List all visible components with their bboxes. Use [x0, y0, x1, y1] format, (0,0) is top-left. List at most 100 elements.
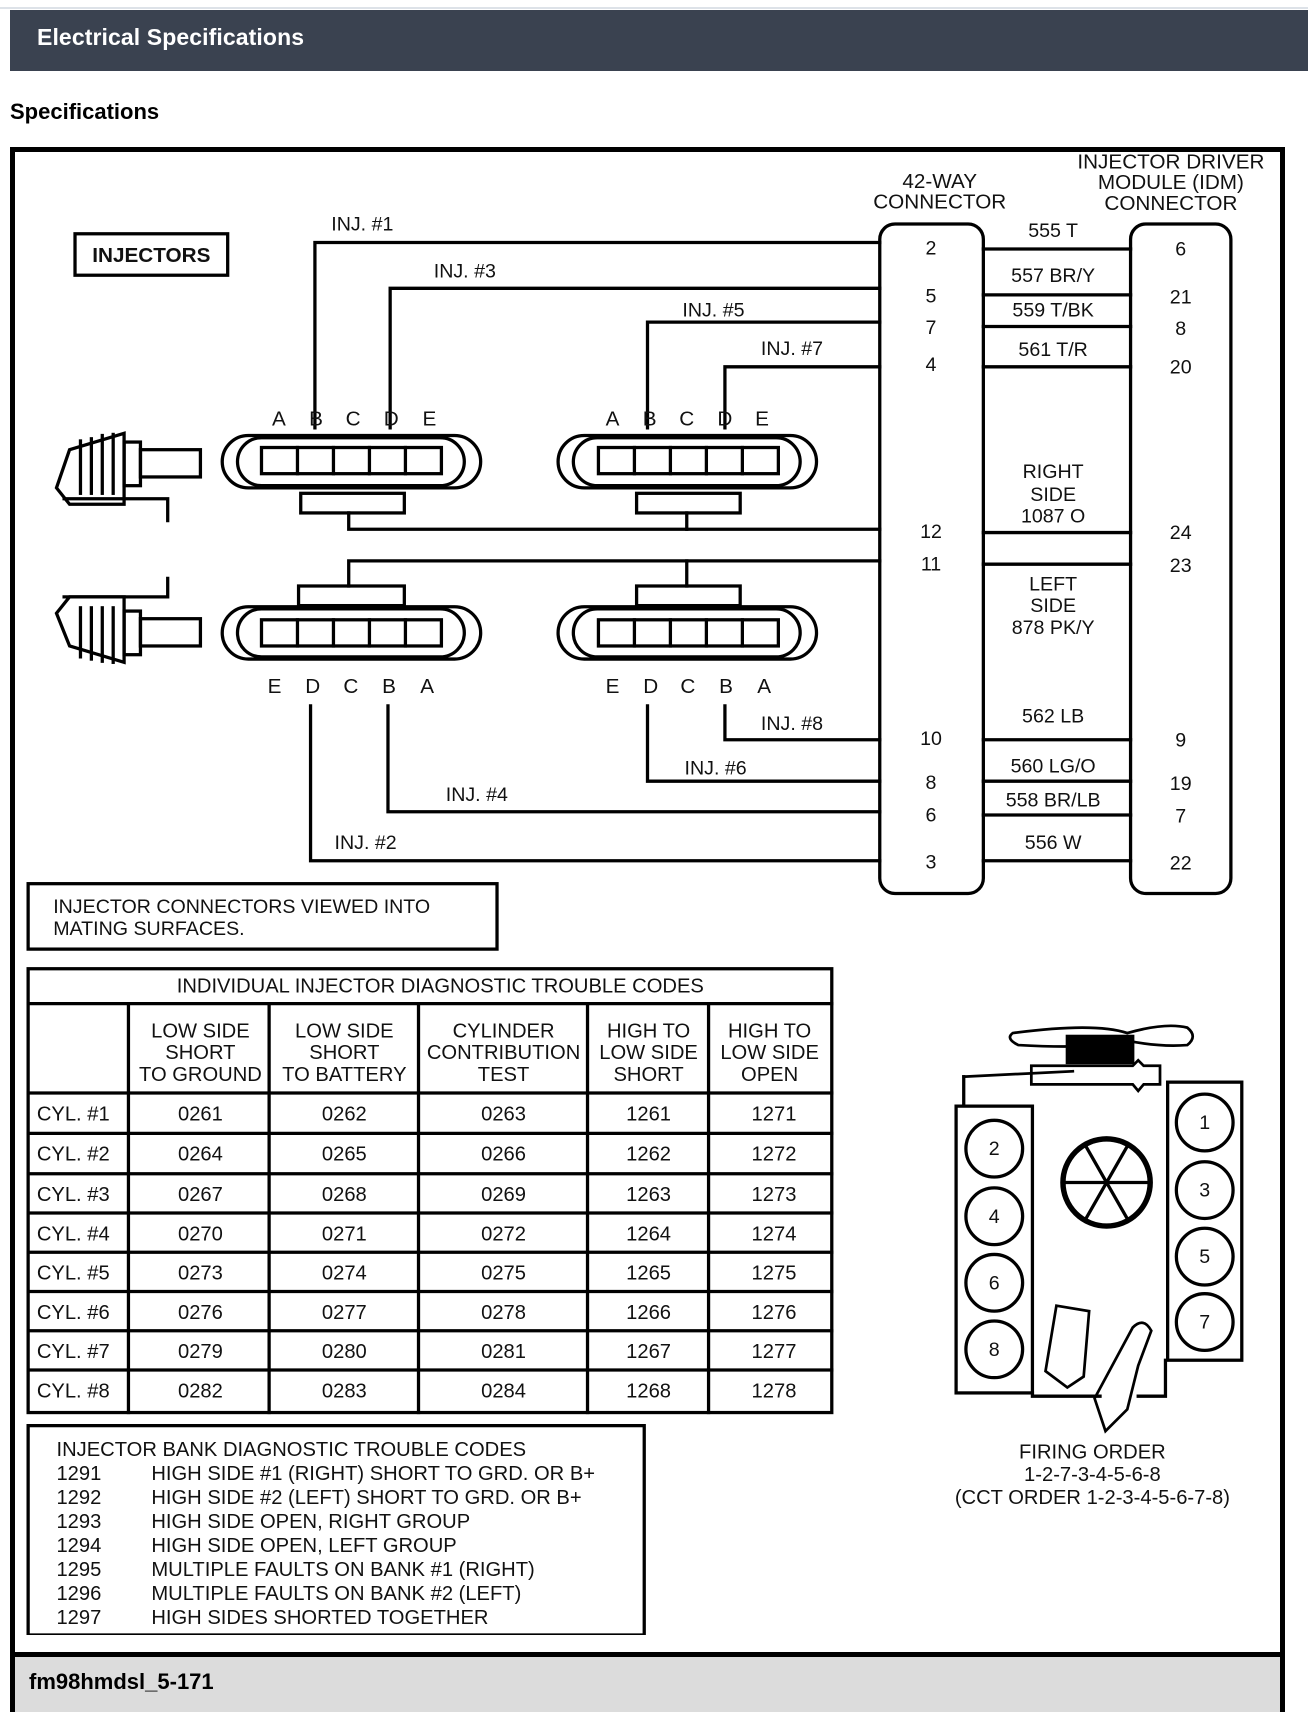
dtc-table-title: INDIVIDUAL INJECTOR DIAGNOSTIC TROUBLE C…	[177, 976, 704, 998]
svg-text:D: D	[384, 408, 399, 431]
cylinder-label: CYL. #2	[37, 1144, 110, 1166]
dtc-code: 1267	[626, 1341, 671, 1363]
top-rule	[0, 0, 1308, 9]
dtc-code: 0275	[481, 1263, 526, 1285]
bank-dtc-description: HIGH SIDE #1 (RIGHT) SHORT TO GRD. OR B+	[151, 1463, 595, 1485]
injector-connector-top-left	[220, 433, 483, 515]
cylinder-label: CYL. #1	[37, 1103, 110, 1125]
svg-text:7: 7	[1175, 806, 1186, 828]
idm-title-2: MODULE (IDM)	[1098, 171, 1244, 194]
injector-plug-bottom-icon	[54, 576, 203, 665]
svg-text:A: A	[757, 675, 771, 698]
figure-id: fm98hmdsl_5-171	[29, 1669, 214, 1694]
svg-text:LOW SIDE: LOW SIDE	[599, 1042, 698, 1064]
svg-text:19: 19	[1170, 773, 1192, 795]
pins-42-way: 2 5 7 4 12 11 10 8 6 3	[920, 238, 942, 874]
bank-dtc-item: 1291 HIGH SIDE #1 (RIGHT) SHORT TO GRD. O…	[56, 1463, 595, 1485]
injector-connector-bottom-right	[556, 584, 819, 661]
injectors-label: INJECTORS	[92, 244, 210, 267]
bank-dtc-item: 1293 HIGH SIDE OPEN, RIGHT GROUP	[56, 1511, 470, 1533]
svg-text:HIGH TO: HIGH TO	[607, 1020, 690, 1042]
wire-left-side	[347, 559, 882, 588]
svg-text:E: E	[423, 408, 437, 431]
cylinder-label: CYL. #4	[37, 1223, 110, 1245]
bank-dtc-code: 1292	[56, 1487, 101, 1509]
pin-letters-top-right: A B C D E	[606, 408, 769, 431]
dtc-code: 1274	[752, 1223, 797, 1245]
dtc-code: 0278	[481, 1302, 526, 1324]
dtc-code: 0270	[178, 1223, 223, 1245]
firing-order-sequence: 1-2-7-3-4-5-6-8	[1024, 1464, 1161, 1486]
bank-dtc-item: 1294 HIGH SIDE OPEN, LEFT GROUP	[56, 1535, 456, 1557]
injector-connector-top-right	[556, 433, 819, 515]
bank-dtc-description: HIGH SIDE OPEN, LEFT GROUP	[151, 1535, 456, 1557]
dtc-table-row: CYL. #2 0264 0265 0266 1262 1272	[37, 1144, 797, 1166]
bank-dtc-description: MULTIPLE FAULTS ON BANK #2 (LEFT)	[151, 1583, 521, 1605]
circuit-label: 560 LG/O	[1011, 755, 1096, 777]
inj-7-label: INJ. #7	[761, 338, 823, 360]
connector-42-title-1: 42-WAY	[902, 170, 977, 193]
circuit-label: 561 T/R	[1018, 339, 1087, 361]
dtc-code: 0282	[178, 1380, 223, 1402]
cylinder-circles	[964, 1092, 1235, 1380]
bank-dtc-item: 1295 MULTIPLE FAULTS ON BANK #1 (RIGHT)	[56, 1559, 534, 1581]
dtc-code: 0283	[322, 1380, 367, 1402]
inj-1-label: INJ. #1	[331, 214, 393, 236]
dtc-table-row: CYL. #7 0279 0280 0281 1267 1277	[37, 1341, 797, 1363]
bank-dtc-description: HIGH SIDE OPEN, RIGHT GROUP	[151, 1511, 470, 1533]
cct-order: (CCT ORDER 1-2-3-4-5-6-7-8)	[955, 1487, 1230, 1509]
cylinder-label: CYL. #5	[37, 1263, 110, 1285]
dtc-code: 1264	[626, 1223, 671, 1245]
connector-42-title-2: CONNECTOR	[873, 191, 1006, 214]
cylinder-label: CYL. #7	[37, 1341, 110, 1363]
bank-dtc-description: MULTIPLE FAULTS ON BANK #1 (RIGHT)	[151, 1559, 534, 1581]
svg-text:8: 8	[926, 772, 937, 794]
dtc-code: 1277	[752, 1341, 797, 1363]
dtc-code: 0267	[178, 1184, 223, 1206]
wire-inj-7	[723, 365, 882, 430]
svg-text:3: 3	[1199, 1180, 1210, 1202]
injector-connector-bottom-left	[220, 584, 483, 661]
dtc-code: 1261	[626, 1103, 671, 1125]
svg-text:LOW SIDE: LOW SIDE	[151, 1020, 250, 1042]
svg-text:B: B	[309, 408, 323, 431]
svg-text:LOW SIDE: LOW SIDE	[295, 1020, 394, 1042]
dtc-code: 0269	[481, 1184, 526, 1206]
pin-letters-bottom-left: E D C B A	[268, 675, 435, 698]
svg-text:A: A	[420, 675, 434, 698]
svg-text:E: E	[755, 408, 769, 431]
bank-dtc-code: 1293	[56, 1511, 101, 1533]
left-side-circuit: 878 PK/Y	[1012, 617, 1095, 639]
dtc-code: 0261	[178, 1103, 223, 1125]
dtc-code: 1273	[752, 1184, 797, 1206]
svg-text:E: E	[268, 675, 282, 698]
bank-dtc-code: 1297	[56, 1607, 101, 1629]
svg-text:6: 6	[926, 805, 937, 827]
dtc-code: 0274	[322, 1263, 367, 1285]
cylinder-label: CYL. #6	[37, 1302, 110, 1324]
svg-text:4: 4	[926, 354, 937, 376]
injector-plug-top-icon	[54, 431, 203, 523]
dtc-table-headers: LOW SIDE SHORT TO GROUND LOW SIDE SHORT …	[139, 1020, 819, 1086]
svg-text:8: 8	[1175, 318, 1186, 340]
svg-text:23: 23	[1170, 555, 1192, 577]
svg-text:OPEN: OPEN	[741, 1064, 798, 1086]
figure-caption-bar: fm98hmdsl_5-171	[15, 1652, 1280, 1712]
bank-dtc-code: 1296	[56, 1583, 101, 1605]
dtc-code: 0277	[322, 1302, 367, 1324]
dtc-code: 1262	[626, 1144, 671, 1166]
wire-inj-1	[313, 240, 882, 430]
bank-dtc-title: INJECTOR BANK DIAGNOSTIC TROUBLE CODES	[56, 1439, 526, 1461]
svg-text:4: 4	[989, 1206, 1000, 1228]
wiring-diagram: INJECTORS 42-WAY CONNECTOR INJECTOR DRIV…	[26, 152, 1264, 1635]
dtc-code: 0265	[322, 1144, 367, 1166]
svg-text:LOW SIDE: LOW SIDE	[720, 1042, 819, 1064]
dtc-code: 0281	[481, 1341, 526, 1363]
dtc-code: 1271	[752, 1103, 797, 1125]
dtc-table-row: CYL. #8 0282 0283 0284 1268 1278	[37, 1380, 797, 1402]
circuit-label: 558 BR/LB	[1006, 789, 1101, 811]
bank-dtc-code: 1295	[56, 1559, 101, 1581]
inj-2-label: INJ. #2	[335, 832, 397, 854]
dtc-code: 0268	[322, 1184, 367, 1206]
dtc-code: 0279	[178, 1341, 223, 1363]
